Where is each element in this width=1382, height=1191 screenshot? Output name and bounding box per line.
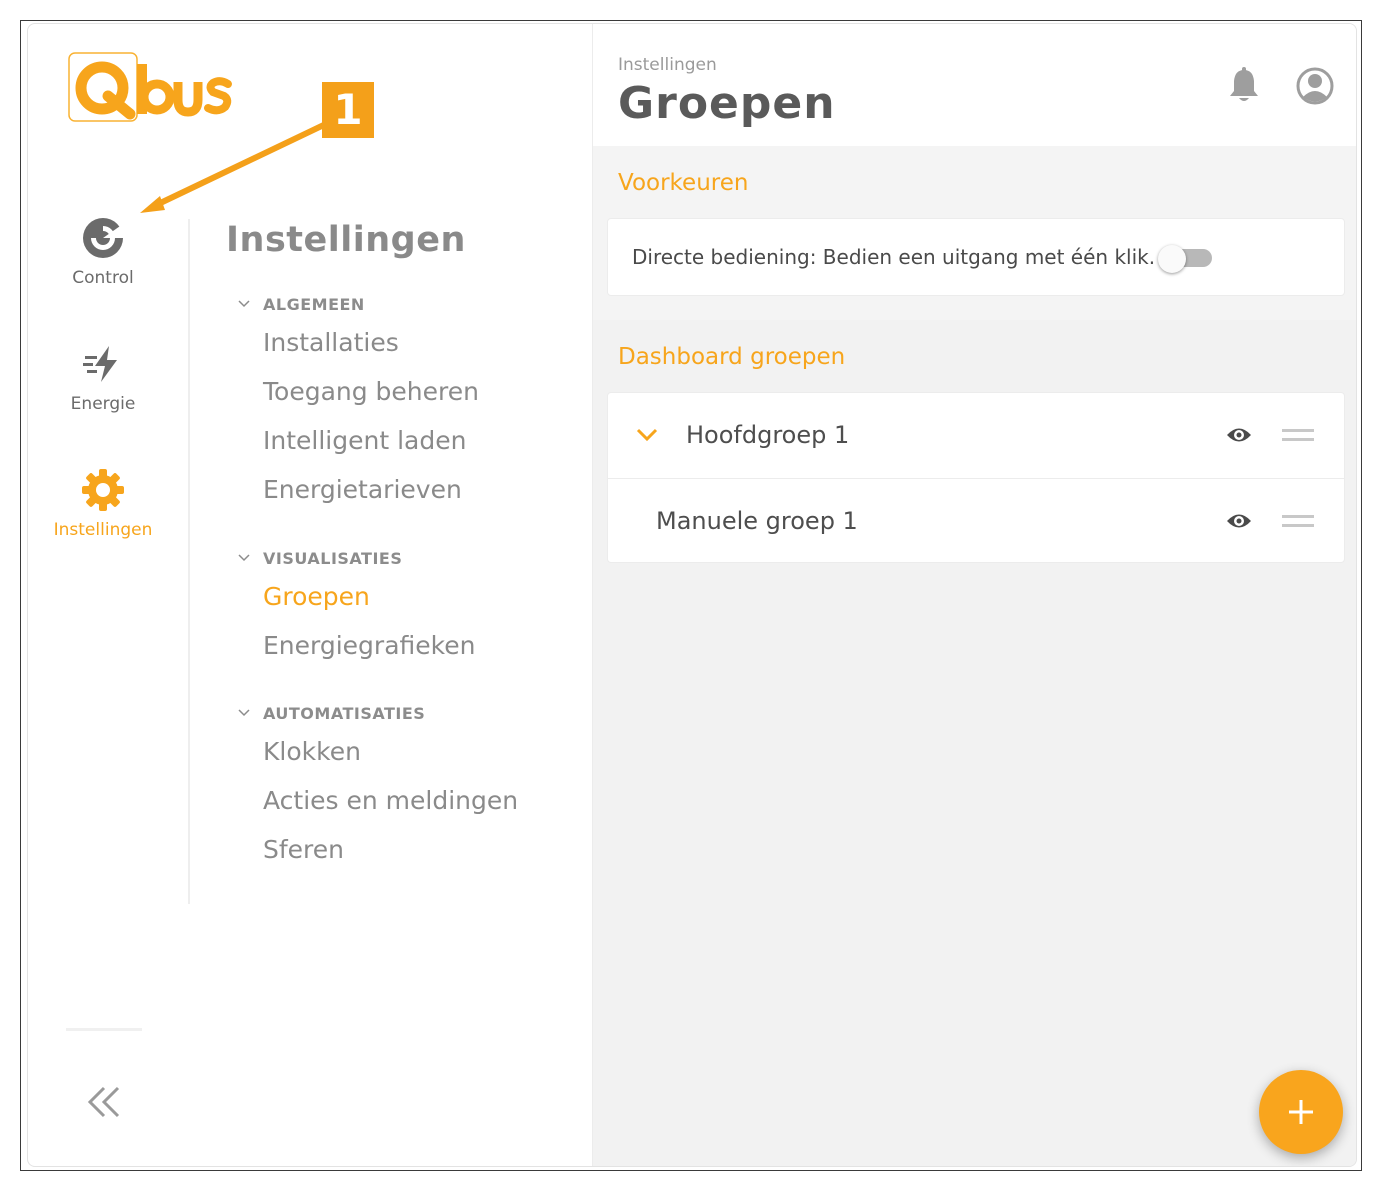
menu-item-energietarieven[interactable]: Energietarieven <box>263 465 479 514</box>
bell-icon[interactable] <box>1227 66 1261 104</box>
direct-control-toggle[interactable] <box>1158 245 1214 273</box>
menu-item-sferen[interactable]: Sferen <box>263 825 518 874</box>
group-row[interactable]: Hoofdgroep 1 <box>608 393 1344 477</box>
chevron-down-icon <box>238 300 250 308</box>
preferences-title: Voorkeuren <box>618 170 749 196</box>
eye-icon[interactable] <box>1226 511 1252 531</box>
rail-separator <box>66 1028 142 1031</box>
chevron-down-icon[interactable] <box>634 423 660 447</box>
preferences-card: Directe bediening: Bedien een uitgang me… <box>607 218 1345 296</box>
section-header-automatisaties[interactable]: AUTOMATISATIES <box>236 699 518 727</box>
rail-divider <box>188 219 190 904</box>
menu-section-visualisaties: VISUALISATIES Groepen Energiegrafieken <box>236 544 475 670</box>
drag-handle-icon[interactable] <box>1282 513 1314 529</box>
section-label: ALGEMEEN <box>263 294 365 314</box>
dashboard-groups-card: Hoofdgroep 1 Manuele groep 1 <box>607 392 1345 563</box>
menu-section-algemeen: ALGEMEEN Installaties Toegang beheren In… <box>236 290 479 514</box>
toggle-knob <box>1158 245 1186 273</box>
settings-menu-title: Instellingen <box>226 220 466 260</box>
chevron-down-icon <box>238 554 250 562</box>
section-header-algemeen[interactable]: ALGEMEEN <box>236 290 479 318</box>
menu-item-installaties[interactable]: Installaties <box>263 318 479 367</box>
page-title: Groepen <box>618 78 836 129</box>
annotation-badge: 1 <box>322 82 374 138</box>
qbus-logo <box>68 52 232 122</box>
rail-item-energie[interactable]: Energie <box>28 340 178 414</box>
menu-item-toegang-beheren[interactable]: Toegang beheren <box>263 367 479 416</box>
gear-icon <box>82 469 124 511</box>
rail-label-energie: Energie <box>70 394 136 414</box>
group-name: Hoofdgroep 1 <box>686 421 850 449</box>
chevron-down-icon <box>238 709 250 717</box>
direct-control-label: Directe bediening: Bedien een uitgang me… <box>632 245 1156 269</box>
rail-item-instellingen[interactable]: Instellingen <box>28 466 178 540</box>
section-label: VISUALISATIES <box>263 548 403 568</box>
menu-item-groepen[interactable]: Groepen <box>263 572 475 621</box>
add-button[interactable] <box>1259 1070 1343 1154</box>
plus-icon <box>1289 1100 1313 1124</box>
rail-label-instellingen: Instellingen <box>53 520 153 540</box>
menu-item-energiegrafieken[interactable]: Energiegrafieken <box>263 621 475 670</box>
group-row[interactable]: Manuele groep 1 <box>608 478 1344 562</box>
rail-item-control[interactable]: Control <box>28 214 178 288</box>
page-header: Instellingen Groepen <box>593 24 1356 146</box>
screenshot-frame: Control Energie Instellingen Instellinge… <box>20 20 1362 1171</box>
section-header-visualisaties[interactable]: VISUALISATIES <box>236 544 475 572</box>
user-icon[interactable] <box>1295 66 1335 106</box>
main-panel: Instellingen Groepen Voorkeuren Directe … <box>592 24 1356 1166</box>
breadcrumb[interactable]: Instellingen <box>618 55 717 75</box>
settings-menu: Instellingen <box>226 220 586 260</box>
menu-item-intelligent-laden[interactable]: Intelligent laden <box>263 416 479 465</box>
control-icon <box>83 218 123 258</box>
menu-section-automatisaties: AUTOMATISATIES Klokken Acties en melding… <box>236 699 518 874</box>
app-window: Control Energie Instellingen Instellinge… <box>27 23 1357 1167</box>
double-chevron-left-icon[interactable] <box>82 1082 130 1122</box>
section-label: AUTOMATISATIES <box>263 703 426 723</box>
eye-icon[interactable] <box>1226 425 1252 445</box>
menu-item-acties-en-meldingen[interactable]: Acties en meldingen <box>263 776 518 825</box>
rail-label-control: Control <box>72 268 134 288</box>
left-rail: Control Energie Instellingen <box>28 24 232 1166</box>
energy-icon <box>83 346 117 382</box>
drag-handle-icon[interactable] <box>1282 427 1314 443</box>
menu-item-klokken[interactable]: Klokken <box>263 727 518 776</box>
dashboard-groups-title: Dashboard groepen <box>618 344 846 370</box>
group-name: Manuele groep 1 <box>656 507 858 535</box>
